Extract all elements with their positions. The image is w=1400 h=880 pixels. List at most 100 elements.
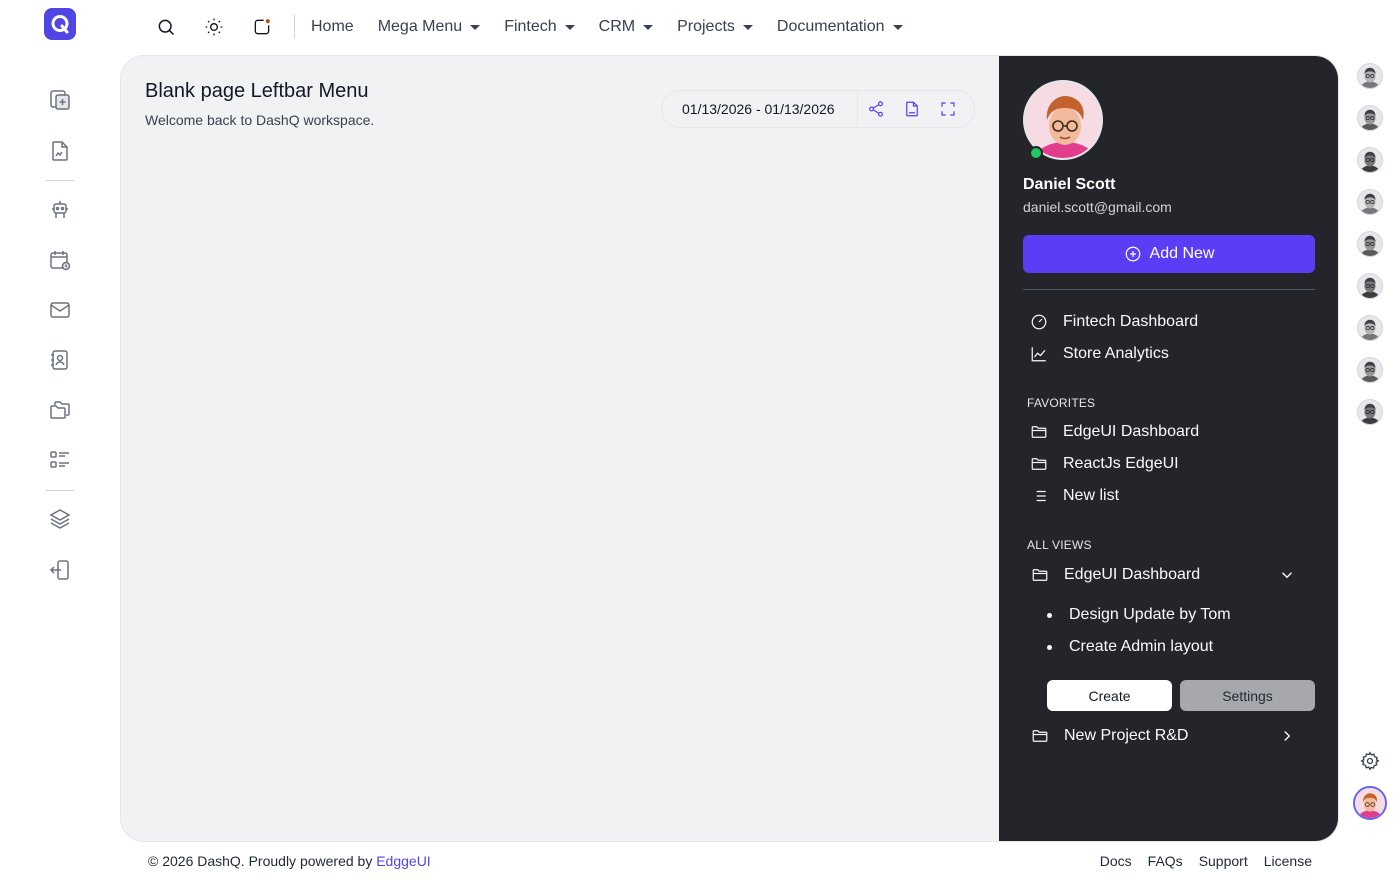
mail-icon[interactable] (46, 296, 74, 324)
menu-item-label: ReactJs EdgeUI (1063, 455, 1179, 472)
list-icon (1029, 486, 1049, 506)
sun-icon[interactable] (198, 11, 230, 43)
favorite-item-new-list[interactable]: New list (1029, 486, 1119, 506)
menu-item-label: Fintech Dashboard (1063, 313, 1199, 330)
nav-crm[interactable]: CRM (599, 18, 654, 36)
list-icon[interactable] (46, 446, 74, 474)
robot-icon[interactable] (46, 196, 74, 224)
pdf-icon[interactable] (894, 91, 930, 127)
folders-icon[interactable] (46, 396, 74, 424)
chart-line-icon (1029, 344, 1049, 364)
folder-icon (1030, 565, 1050, 585)
nav-home[interactable]: Home (311, 18, 354, 36)
calendar-icon[interactable] (46, 246, 74, 274)
all-views-label: ALL VIEWS (1027, 538, 1092, 552)
menu-item-label: New list (1063, 487, 1120, 504)
online-status-dot (1029, 146, 1043, 160)
add-document-icon[interactable] (46, 86, 74, 114)
document-icon[interactable] (46, 137, 74, 165)
favorite-item-edgeui-dashboard[interactable]: EdgeUI Dashboard (1029, 422, 1199, 442)
gauge-icon (1029, 312, 1049, 332)
layers-icon[interactable] (46, 505, 74, 533)
team-member-avatar[interactable] (1357, 231, 1383, 257)
search-icon[interactable] (150, 11, 182, 43)
menu-item-label: Store Analytics (1063, 345, 1169, 362)
current-user-avatar[interactable] (1353, 786, 1387, 820)
view-subitem-design-update[interactable]: Design Update by Tom (1047, 606, 1231, 624)
team-member-avatar[interactable] (1357, 63, 1383, 89)
main-panel: Blank page Leftbar Menu Welcome back to … (120, 55, 1339, 842)
favorite-item-reactjs-edgeui[interactable]: ReactJs EdgeUI (1029, 454, 1179, 474)
powered-by-link[interactable]: EdggeUI (376, 853, 430, 869)
avatar-illustration (1358, 106, 1382, 130)
footer-links: Docs FAQs Support License (1084, 853, 1312, 869)
logout-icon[interactable] (46, 556, 74, 584)
footer-link-docs[interactable]: Docs (1100, 853, 1132, 869)
avatar-illustration (1358, 358, 1382, 382)
caret-down-icon (470, 24, 481, 30)
add-new-label: Add New (1149, 245, 1215, 262)
page-subtitle: Welcome back to DashQ workspace. (145, 112, 375, 128)
notification-icon[interactable] (246, 11, 278, 43)
team-member-avatar[interactable] (1357, 315, 1383, 341)
team-member-avatar[interactable] (1357, 147, 1383, 173)
dashq-logo[interactable] (44, 8, 76, 40)
chevron-right-icon[interactable] (1278, 727, 1296, 745)
rail-divider (46, 490, 74, 491)
left-rail (0, 0, 120, 880)
caret-down-icon (643, 24, 654, 30)
favorites-label: FAVORITES (1027, 396, 1096, 410)
team-member-avatar[interactable] (1357, 105, 1383, 131)
nav-fintech[interactable]: Fintech (504, 18, 575, 36)
caret-down-icon (564, 24, 575, 30)
avatar-illustration (1358, 232, 1382, 256)
nav-projects[interactable]: Projects (677, 18, 753, 36)
footer-link-faqs[interactable]: FAQs (1148, 853, 1183, 869)
plus-circle-icon (1125, 246, 1140, 262)
rail-divider (46, 180, 74, 181)
view-item-edgeui-dashboard[interactable]: EdgeUI Dashboard (1030, 565, 1320, 585)
nav-documentation[interactable]: Documentation (777, 18, 903, 36)
menu-item-label: New Project R&D (1064, 727, 1189, 744)
contacts-icon[interactable] (46, 346, 74, 374)
footer-link-license[interactable]: License (1264, 853, 1312, 869)
menu-item-store-analytics[interactable]: Store Analytics (1029, 344, 1169, 364)
folder-icon (1029, 454, 1049, 474)
sidebar-divider (1023, 289, 1315, 290)
folder-icon (1030, 726, 1050, 746)
team-member-avatar[interactable] (1357, 399, 1383, 425)
share-icon[interactable] (858, 91, 894, 127)
caret-down-icon (892, 24, 903, 30)
user-name: Daniel Scott (1023, 176, 1116, 193)
user-email: daniel.scott@gmail.com (1023, 199, 1172, 215)
fullscreen-icon[interactable] (930, 91, 966, 127)
view-subitem-create-admin-layout[interactable]: Create Admin layout (1047, 638, 1213, 656)
add-new-button[interactable]: Add New (1023, 235, 1315, 273)
chevron-down-icon[interactable] (1278, 566, 1296, 584)
view-item-new-project-rd[interactable]: New Project R&D (1030, 726, 1320, 746)
copyright-text: © 2026 DashQ. Proudly powered by (148, 853, 377, 869)
settings-button[interactable]: Settings (1180, 680, 1315, 711)
page-toolbar (661, 90, 975, 128)
create-button[interactable]: Create (1047, 680, 1172, 711)
menu-item-label: EdgeUI Dashboard (1063, 423, 1200, 440)
nav-label: Projects (677, 18, 735, 35)
menu-item-label: EdgeUI Dashboard (1064, 566, 1201, 583)
team-member-avatar[interactable] (1357, 357, 1383, 383)
nav-mega-menu[interactable]: Mega Menu (378, 18, 481, 36)
menu-item-fintech-dashboard[interactable]: Fintech Dashboard (1029, 312, 1198, 332)
avatar-illustration (1358, 64, 1382, 88)
profile-sidebar: Daniel Scott daniel.scott@gmail.com Add … (999, 56, 1338, 841)
avatar-illustration (1358, 316, 1382, 340)
gear-icon[interactable] (1360, 751, 1380, 771)
date-range-input[interactable] (662, 91, 858, 127)
topbar-divider (294, 15, 295, 39)
team-member-avatar[interactable] (1357, 273, 1383, 299)
caret-down-icon (742, 24, 753, 30)
footer-link-support[interactable]: Support (1199, 853, 1248, 869)
team-member-avatar[interactable] (1357, 189, 1383, 215)
avatar-illustration (1358, 400, 1382, 424)
subitem-label: Create Admin layout (1069, 638, 1214, 655)
page-title: Blank page Leftbar Menu (145, 80, 369, 102)
avatar-illustration (1358, 148, 1382, 172)
